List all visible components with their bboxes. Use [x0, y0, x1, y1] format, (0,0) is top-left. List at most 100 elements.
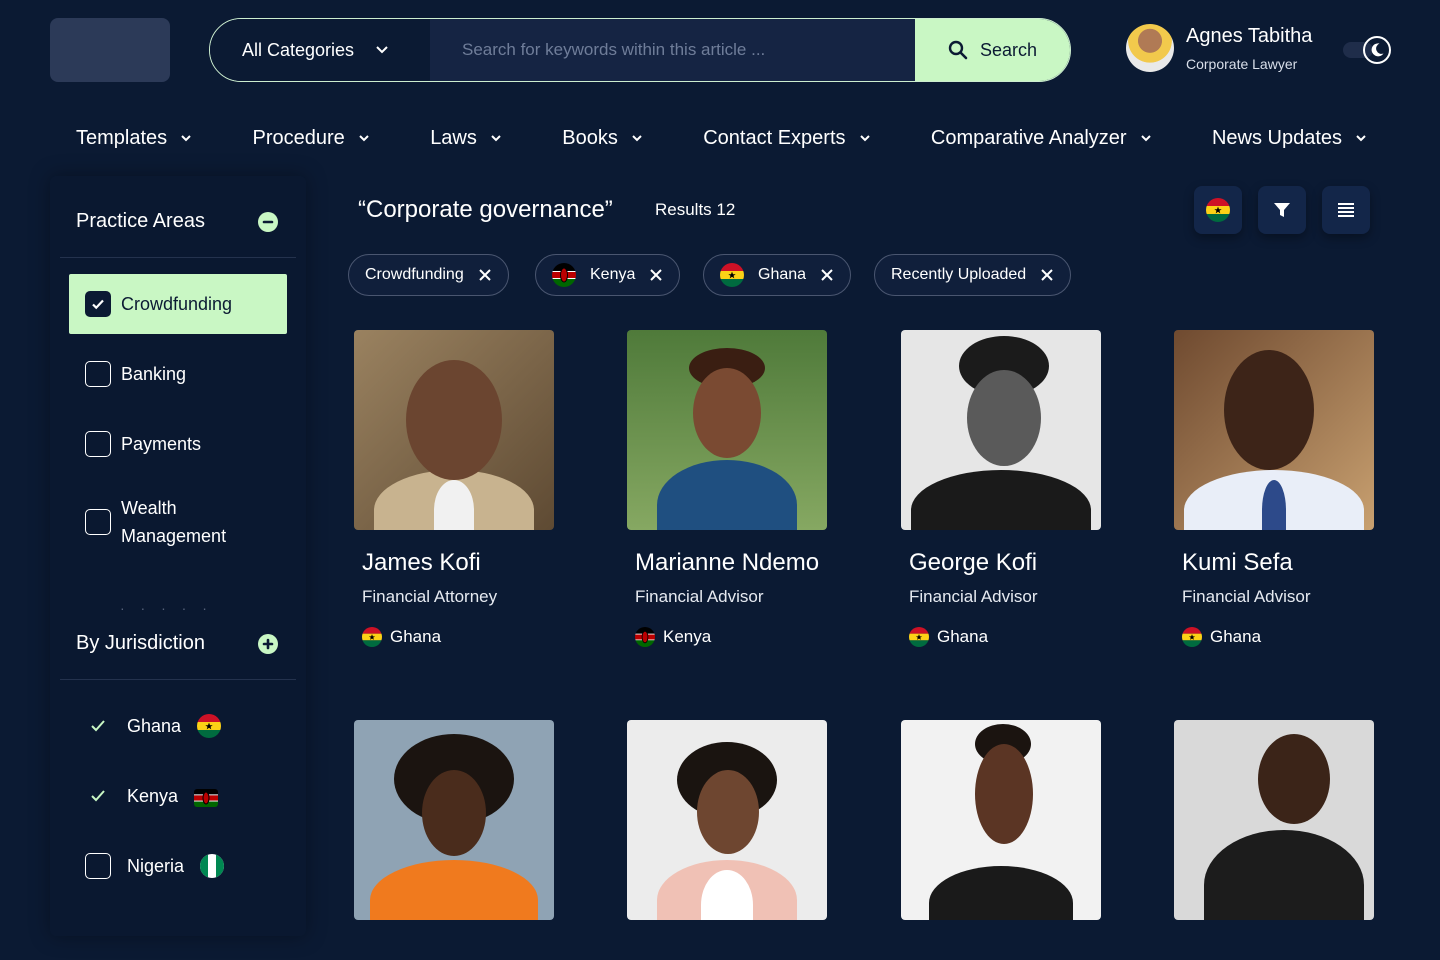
expert-card[interactable] — [1174, 720, 1374, 920]
filter-chip-ghana: Ghana — [703, 254, 852, 296]
practice-item-payments[interactable]: Payments — [69, 414, 287, 474]
nigeria-flag-icon — [200, 854, 225, 878]
search-button[interactable]: Search — [915, 19, 1070, 81]
expert-card[interactable]: Kumi Sefa Financial Advisor Ghana — [1174, 330, 1374, 647]
checkbox[interactable] — [85, 361, 111, 387]
kenya-flag-icon — [552, 263, 576, 287]
nav-laws[interactable]: Laws — [430, 127, 501, 150]
close-icon[interactable] — [1040, 268, 1054, 282]
filter-button[interactable] — [1258, 186, 1306, 234]
divider — [60, 679, 296, 680]
divider — [60, 257, 296, 258]
practice-areas-header[interactable]: Practice Areas — [76, 210, 278, 233]
jurisdiction-item-nigeria[interactable]: Nigeria — [85, 846, 225, 886]
jurisdiction-label: Nigeria — [127, 855, 185, 876]
expert-card[interactable] — [354, 720, 554, 920]
chevron-down-icon — [376, 46, 388, 54]
checkbox-checked[interactable] — [85, 291, 111, 317]
ghana-flag-icon — [1206, 198, 1230, 222]
expert-photo — [627, 330, 827, 530]
filter-icon — [1274, 203, 1290, 217]
theme-toggle[interactable] — [1343, 36, 1393, 64]
check-icon[interactable] — [85, 789, 111, 803]
country-flag-button[interactable] — [1194, 186, 1242, 234]
nav-news-updates[interactable]: News Updates — [1212, 127, 1366, 150]
nav-comparative-analyzer[interactable]: Comparative Analyzer — [931, 127, 1151, 150]
expert-name: Kumi Sefa — [1182, 549, 1293, 576]
expert-location: Kenya — [635, 627, 827, 647]
expert-photo — [901, 720, 1101, 920]
user-name: Agnes Tabitha — [1186, 24, 1313, 47]
expert-card[interactable] — [627, 720, 827, 920]
chip-label: Kenya — [590, 266, 636, 283]
expert-location: Ghana — [909, 627, 1101, 647]
user-profile[interactable]: Agnes Tabitha Corporate Lawyer — [1126, 24, 1312, 72]
search-input[interactable] — [430, 19, 915, 81]
kenya-flag-icon — [635, 627, 655, 647]
nav-label: Contact Experts — [703, 126, 846, 149]
expert-role: Financial Attorney — [362, 587, 498, 606]
chevron-down-icon — [1356, 135, 1366, 142]
ghana-flag-icon — [197, 714, 222, 738]
jurisdiction-label: Kenya — [127, 785, 179, 806]
menu-list-icon — [1338, 203, 1354, 217]
nav-contact-experts[interactable]: Contact Experts — [703, 126, 870, 150]
expert-card[interactable] — [901, 720, 1101, 920]
kenya-flag-icon — [194, 788, 219, 807]
expert-card[interactable]: James Kofi Financial Attorney Ghana — [354, 330, 554, 647]
search-query-title: “Corporate governance” — [358, 196, 613, 223]
expert-country: Ghana — [937, 627, 989, 646]
user-role: Corporate Lawyer — [1186, 55, 1298, 72]
checkbox[interactable] — [85, 853, 111, 879]
nav-books[interactable]: Books — [562, 127, 642, 150]
filter-chip-kenya: Kenya — [535, 254, 681, 296]
close-icon[interactable] — [478, 268, 492, 282]
expand-plus-icon[interactable] — [258, 633, 278, 654]
expert-card[interactable]: Marianne Ndemo Financial Advisor Kenya — [627, 330, 827, 647]
chevron-down-icon — [1140, 135, 1151, 142]
expert-photo — [901, 330, 1101, 530]
list-view-button[interactable] — [1322, 186, 1370, 234]
avatar — [1126, 24, 1174, 72]
nav-label: Laws — [430, 126, 477, 149]
search-bar: All Categories Search — [209, 18, 1071, 82]
close-icon[interactable] — [649, 268, 663, 282]
checkbox[interactable] — [85, 431, 111, 457]
logo-placeholder[interactable] — [50, 18, 170, 82]
expert-photo — [354, 330, 554, 530]
jurisdiction-header[interactable]: By Jurisdiction — [76, 632, 278, 655]
category-select[interactable]: All Categories — [210, 19, 430, 81]
ghana-flag-icon — [720, 263, 744, 287]
scroll-fade-indicator: · · · · · — [120, 600, 213, 616]
nav-templates[interactable]: Templates — [76, 127, 191, 150]
expert-role: Financial Advisor — [635, 587, 764, 606]
practice-item-label: Wealth Management — [121, 498, 227, 546]
ghana-flag-icon — [1182, 627, 1202, 647]
expert-country: Kenya — [663, 627, 712, 646]
expert-location: Ghana — [1182, 627, 1374, 647]
collapse-minus-icon[interactable] — [258, 211, 278, 232]
nav-procedure[interactable]: Procedure — [253, 127, 369, 150]
check-icon[interactable] — [85, 719, 111, 733]
expert-photo — [1174, 720, 1374, 920]
practice-item-wealth-management[interactable]: Wealth Management — [69, 492, 239, 552]
expert-location: Ghana — [362, 627, 554, 647]
chip-label: Ghana — [758, 266, 807, 283]
chevron-down-icon — [859, 135, 870, 142]
jurisdiction-item-ghana[interactable]: Ghana — [85, 706, 222, 746]
checkbox[interactable] — [85, 509, 111, 535]
expert-country: Ghana — [1210, 627, 1262, 646]
chevron-down-icon — [632, 135, 642, 142]
practice-item-label: Banking — [121, 364, 187, 384]
nav-label: Templates — [76, 126, 168, 149]
expert-role: Financial Advisor — [909, 587, 1038, 606]
search-icon — [948, 40, 968, 60]
chip-label: Recently Uploaded — [891, 266, 1027, 283]
jurisdiction-item-kenya[interactable]: Kenya — [85, 776, 219, 816]
close-icon[interactable] — [820, 268, 834, 282]
practice-item-banking[interactable]: Banking — [69, 344, 287, 404]
expert-photo — [627, 720, 827, 920]
practice-areas-title: Practice Areas — [76, 210, 205, 232]
practice-item-crowdfunding[interactable]: Crowdfunding — [69, 274, 287, 334]
expert-card[interactable]: George Kofi Financial Advisor Ghana — [901, 330, 1101, 647]
